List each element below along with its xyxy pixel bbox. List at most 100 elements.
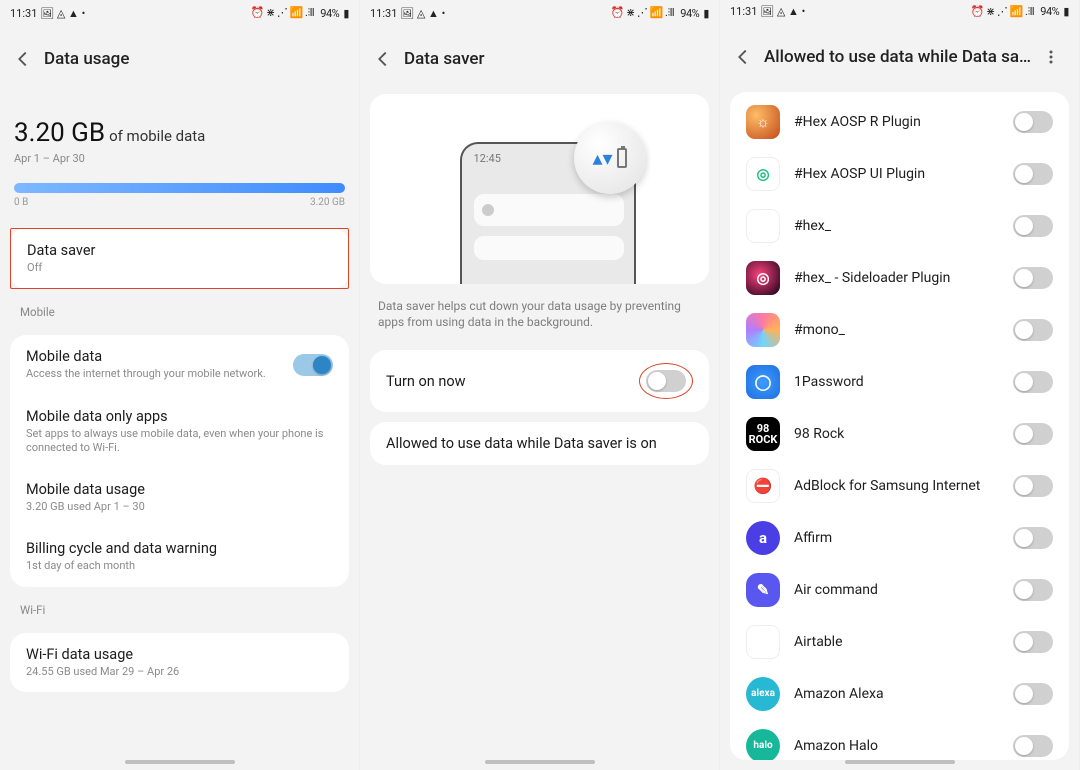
app-row[interactable]: #mono_ [730,304,1069,356]
app-row[interactable]: a Affirm [730,512,1069,564]
app-icon: ⛔ [746,469,780,503]
app-toggle[interactable] [1013,579,1053,601]
usage-period: Apr 1 – Apr 30 [14,152,345,165]
app-toggle[interactable] [1013,111,1053,133]
app-label: #Hex AOSP R Plugin [794,114,999,130]
app-row[interactable]: halo Amazon Halo [730,720,1069,760]
billing-cycle-row[interactable]: Billing cycle and data warning1st day of… [10,527,349,586]
app-label: Air command [794,582,999,598]
app-toggle[interactable] [1013,319,1053,341]
app-toggle[interactable] [1013,423,1053,445]
page-title: Data usage [44,49,345,69]
app-icon: ⌗ [746,209,780,243]
status-battery: 94% [320,7,339,20]
back-button[interactable] [726,40,760,74]
app-row[interactable]: ◧ Airtable [730,616,1069,668]
usage-amount-line: 3.20 GBof mobile data [14,118,345,148]
back-button[interactable] [6,42,40,76]
app-label: #hex_ - Sideloader Plugin [794,270,999,286]
status-right-icons: ⏰ ⋇ ⋰ 📶 .⫶ll [251,6,315,20]
usage-progress-bar [14,183,345,193]
illustration-time: 12:45 [474,152,501,165]
app-icon: 98 ROCK [746,417,780,451]
panel-data-saver: 11:31 🖼 ◬ ▲ • ⏰ ⋇ ⋰ 📶 .⫶ll 94% ▮ Data sa… [360,0,720,770]
app-icon: ☼ [746,105,780,139]
app-toggle[interactable] [1013,215,1053,237]
app-label: Amazon Alexa [794,686,999,702]
app-icon: ◎ [746,157,780,191]
app-row[interactable]: ◎ #hex_ - Sideloader Plugin [730,252,1069,304]
app-icon [746,313,780,347]
data-saver-title: Data saver [27,242,332,259]
app-row[interactable]: ✎ Air command [730,564,1069,616]
app-toggle[interactable] [1013,527,1053,549]
header: Data saver [360,24,719,94]
status-bar: 11:31 🖼 ◬ ▲ • ⏰ ⋇ ⋰ 📶 .⫶ll 94% ▮ [0,0,359,24]
app-label: #Hex AOSP UI Plugin [794,166,999,182]
apps-list: ☼ #Hex AOSP R Plugin ◎ #Hex AOSP UI Plugin ⌗… [730,92,1069,760]
section-mobile-label: Mobile [0,289,359,325]
page-title: Data saver [404,49,705,69]
app-label: Amazon Halo [794,738,999,754]
app-row[interactable]: ☼ #Hex AOSP R Plugin [730,96,1069,148]
app-toggle[interactable] [1013,475,1053,497]
panel-data-usage: 11:31 🖼 ◬ ▲ • ⏰ ⋇ ⋰ 📶 .⫶ll 94% ▮ Data us… [0,0,360,770]
app-label: 98 Rock [794,426,999,442]
app-label: 1Password [794,374,999,390]
gesture-bar [845,760,955,764]
section-wifi-label: Wi-Fi [0,587,359,623]
app-label: Affirm [794,530,999,546]
more-menu-button[interactable] [1037,43,1065,71]
app-label: #hex_ [794,218,999,234]
header: Allowed to use data while Data saver is … [720,22,1079,92]
page-title: Allowed to use data while Data saver is … [764,47,1033,67]
data-saver-row[interactable]: Data saver Off [10,228,349,289]
app-toggle[interactable] [1013,267,1053,289]
data-saver-description: Data saver helps cut down your data usag… [360,284,719,340]
app-label: #mono_ [794,322,999,338]
status-bar: 11:31 🖼 ◬ ▲ • ⏰ ⋇ ⋰ 📶 .⫶ll 94% ▮ [720,0,1079,22]
mobile-data-usage-row[interactable]: Mobile data usage3.20 GB used Apr 1 – 30 [10,468,349,527]
app-row[interactable]: ⌗ #hex_ [730,200,1069,252]
mobile-data-toggle[interactable] [293,354,333,376]
app-icon: alexa [746,677,780,711]
highlight-circle [639,363,693,399]
app-icon: ✎ [746,573,780,607]
gesture-bar [485,760,595,764]
mobile-data-only-apps-row[interactable]: Mobile data only appsSet apps to always … [10,395,349,469]
app-toggle[interactable] [1013,371,1053,393]
app-toggle[interactable] [1013,163,1053,185]
data-saver-illustration: 12:45 ▴▾ [370,94,709,284]
app-row[interactable]: ◎ #Hex AOSP UI Plugin [730,148,1069,200]
header: Data usage [0,24,359,94]
status-left-icons: 🖼 ◬ ▲ • [40,7,85,20]
app-toggle[interactable] [1013,683,1053,705]
app-toggle[interactable] [1013,631,1053,653]
app-icon: ◧ [746,625,780,659]
app-row[interactable]: ◯ 1Password [730,356,1069,408]
app-icon: a [746,521,780,555]
status-bar: 11:31 🖼 ◬ ▲ • ⏰ ⋇ ⋰ 📶 .⫶ll 94% ▮ [360,0,719,24]
app-row[interactable]: alexa Amazon Alexa [730,668,1069,720]
back-button[interactable] [366,42,400,76]
app-label: Airtable [794,634,999,650]
usage-summary: 3.20 GBof mobile data Apr 1 – Apr 30 0 B… [0,94,359,216]
app-label: AdBlock for Samsung Internet [794,478,999,494]
usage-scale: 0 B3.20 GB [14,197,345,208]
app-row[interactable]: 98 ROCK 98 Rock [730,408,1069,460]
panel-allowed-apps: 11:31 🖼 ◬ ▲ • ⏰ ⋇ ⋰ 📶 .⫶ll 94% ▮ Allowed… [720,0,1080,770]
status-time: 11:31 [10,7,37,20]
app-icon: ◎ [746,261,780,295]
wifi-data-usage-row[interactable]: Wi-Fi data usage24.55 GB used Mar 29 – A… [10,633,349,692]
gesture-bar [125,760,235,764]
app-row[interactable]: ⛔ AdBlock for Samsung Internet [730,460,1069,512]
data-saver-status: Off [27,261,332,275]
app-icon: ◯ [746,365,780,399]
data-saver-icon: ▴▾ [574,122,646,194]
allowed-apps-row[interactable]: Allowed to use data while Data saver is … [370,422,709,465]
mobile-data-row[interactable]: Mobile dataAccess the internet through y… [10,335,349,394]
app-toggle[interactable] [1013,735,1053,757]
turn-on-now-row[interactable]: Turn on now [370,350,709,412]
turn-on-toggle[interactable] [646,370,686,392]
app-icon: halo [746,729,780,760]
